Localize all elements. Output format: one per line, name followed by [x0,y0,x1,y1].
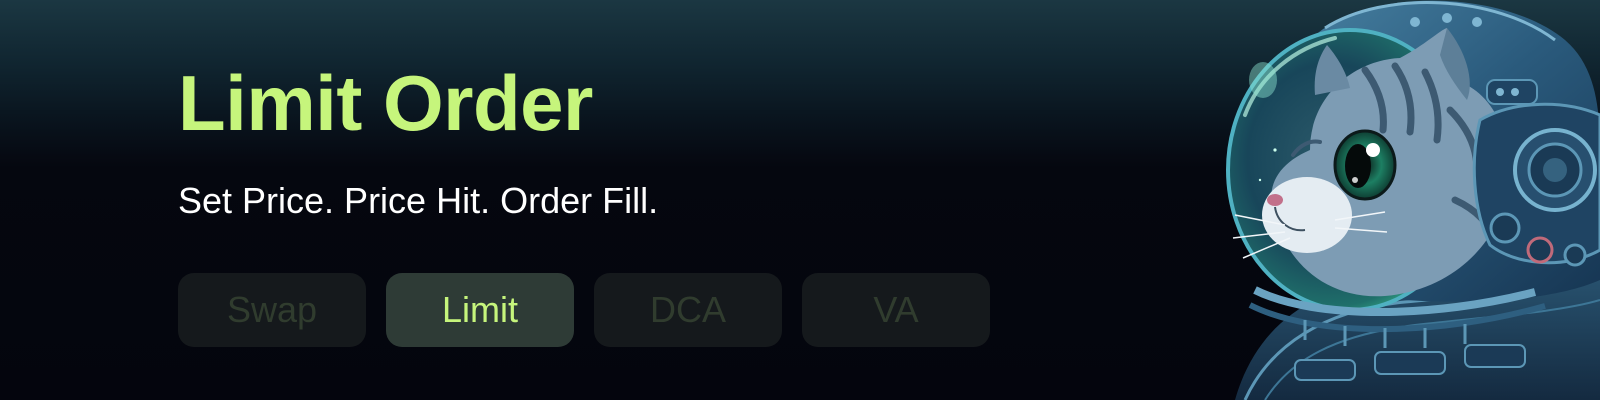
tab-limit[interactable]: Limit [386,273,574,347]
astronaut-cat-illustration [1215,0,1600,400]
tab-swap[interactable]: Swap [178,273,366,347]
limit-order-banner: Limit Order Set Price. Price Hit. Order … [0,0,1600,400]
tab-dca[interactable]: DCA [594,273,782,347]
hero-content: Limit Order Set Price. Price Hit. Order … [178,0,1078,400]
page-title: Limit Order [178,59,593,147]
page-subtitle: Set Price. Price Hit. Order Fill. [178,180,659,221]
tab-va[interactable]: VA [802,273,990,347]
trade-mode-tabs: Swap Limit DCA VA [178,273,990,347]
astronaut-cat-icon [1226,0,1600,400]
